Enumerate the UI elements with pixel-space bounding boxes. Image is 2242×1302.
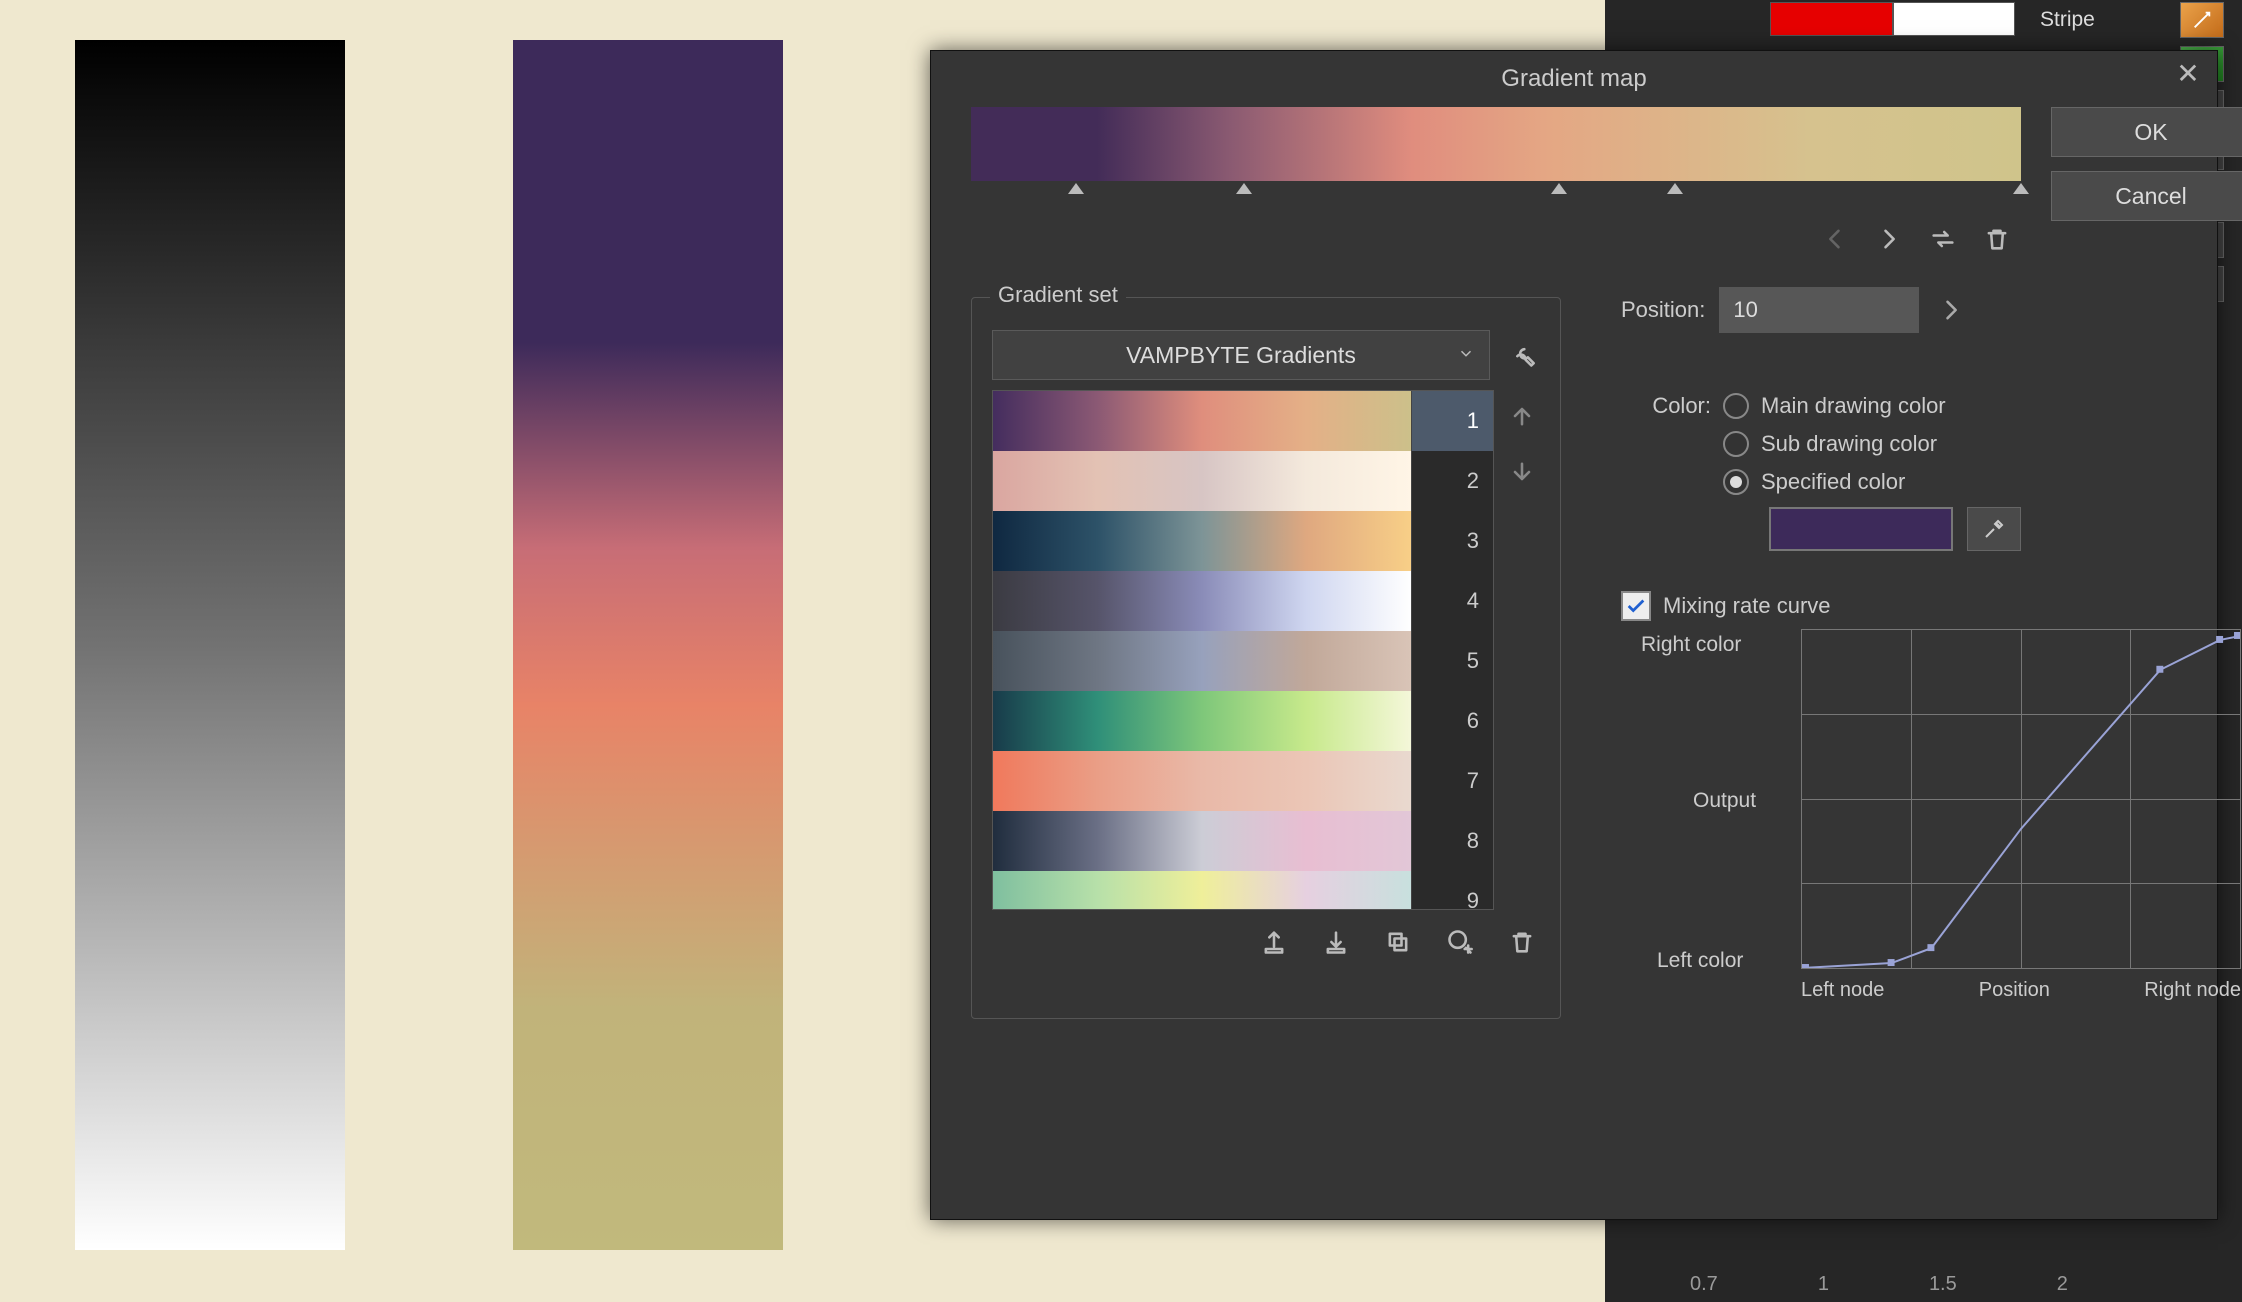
gradient-set-dropdown[interactable]: VAMPBYTE Gradients (992, 330, 1490, 380)
move-up-button[interactable] (1504, 398, 1540, 434)
gradient-index: 4 (1411, 571, 1493, 631)
gradient-swatch (993, 631, 1411, 691)
eyedropper-button[interactable] (1967, 507, 2021, 551)
duplicate-icon[interactable] (1380, 924, 1416, 960)
curve-y-top: Right color (1641, 633, 1741, 657)
gradient-list-item[interactable]: 9 (993, 871, 1493, 910)
curve-y-mid: Output (1693, 789, 1756, 813)
cancel-button[interactable]: Cancel (2051, 171, 2242, 221)
gradient-index: 8 (1411, 811, 1493, 871)
color-swatch-fg[interactable] (1770, 2, 1893, 36)
gradient-preview-bar[interactable] (971, 107, 2021, 181)
reverse-gradient-button[interactable] (1925, 221, 1961, 257)
gradient-swatch (993, 511, 1411, 571)
position-step-button[interactable] (1933, 292, 1969, 328)
tick-value: 2 (2057, 1273, 2068, 1296)
color-swatch-bg[interactable] (1893, 2, 2016, 36)
gradient-stop-caret[interactable] (1667, 183, 1683, 194)
tick-value: 0.7 (1690, 1273, 1718, 1296)
gradient-swatch (993, 871, 1411, 910)
gradient-list[interactable]: 123456789 (992, 390, 1494, 910)
mixing-curve-checkbox[interactable] (1621, 591, 1651, 621)
dropdown-value: VAMPBYTE Gradients (1126, 342, 1356, 369)
gradient-index: 9 (1411, 871, 1493, 910)
gradient-set-legend: Gradient set (990, 282, 1126, 308)
gradient-list-item[interactable]: 1 (993, 391, 1493, 451)
grayscale-strip (75, 40, 345, 1250)
gradient-list-item[interactable]: 3 (993, 511, 1493, 571)
cancel-label: Cancel (2115, 183, 2187, 210)
gradient-index: 7 (1411, 751, 1493, 811)
gradient-stop-caret[interactable] (1236, 183, 1252, 194)
gradient-map-dialog: Gradient map ✕ (930, 50, 2218, 1220)
color-label: Color: (1621, 393, 1711, 419)
radio-specified-label: Specified color (1761, 469, 1905, 495)
mixing-curve-editor[interactable] (1801, 629, 2241, 969)
gradient-swatch (993, 691, 1411, 751)
gradient-stop-caret[interactable] (2013, 183, 2029, 194)
gradient-index: 1 (1411, 391, 1493, 451)
export-icon[interactable] (1318, 924, 1354, 960)
position-label: Position: (1621, 297, 1705, 323)
wrench-icon[interactable] (1504, 337, 1540, 373)
curve-x-right: Right node (2144, 979, 2241, 1002)
mixing-curve-label: Mixing rate curve (1663, 593, 1831, 619)
chevron-down-icon (1457, 342, 1475, 369)
gradient-swatch (993, 571, 1411, 631)
gradient-swatch (993, 391, 1411, 451)
position-input[interactable] (1719, 287, 1919, 333)
ok-label: OK (2134, 119, 2167, 146)
delete-stop-button[interactable] (1979, 221, 2015, 257)
tick-value: 1.5 (1929, 1273, 1957, 1296)
gradient-index: 6 (1411, 691, 1493, 751)
gradient-list-item[interactable]: 5 (993, 631, 1493, 691)
gradient-stop-caret[interactable] (1068, 183, 1084, 194)
gradient-swatch (993, 451, 1411, 511)
new-gradient-icon[interactable] (1442, 924, 1478, 960)
gradient-swatch (993, 811, 1411, 871)
move-down-button[interactable] (1504, 454, 1540, 490)
tick-value: 1 (1818, 1273, 1829, 1296)
curve-x-left: Left node (1801, 979, 1884, 1002)
radio-sub-label: Sub drawing color (1761, 431, 1937, 457)
ok-button[interactable]: OK (2051, 107, 2242, 157)
gradient-stop-markers[interactable] (971, 183, 2021, 203)
gradient-set-panel: Gradient set VAMPBYTE Gradients 12345678… (971, 297, 1561, 1019)
gradient-index: 5 (1411, 631, 1493, 691)
gradient-list-item[interactable]: 4 (993, 571, 1493, 631)
radio-main-color[interactable] (1723, 393, 1749, 419)
gradient-index: 3 (1411, 511, 1493, 571)
radio-main-label: Main drawing color (1761, 393, 1946, 419)
zoom-ticks: 0.7 1 1.5 2 (1690, 1273, 2068, 1296)
stripe-label: Stripe (2040, 8, 2095, 32)
gradient-list-item[interactable]: 2 (993, 451, 1493, 511)
dialog-title-text: Gradient map (1501, 65, 1646, 92)
gradient-list-item[interactable]: 8 (993, 811, 1493, 871)
prev-stop-button[interactable] (1817, 221, 1853, 257)
gradient-index: 2 (1411, 451, 1493, 511)
delete-gradient-icon[interactable] (1504, 924, 1540, 960)
curve-y-bot: Left color (1657, 949, 1743, 973)
specified-color-swatch[interactable] (1769, 507, 1953, 551)
close-button[interactable]: ✕ (2173, 61, 2203, 91)
curve-x-mid: Position (1979, 979, 2050, 1002)
next-stop-button[interactable] (1871, 221, 1907, 257)
gradient-list-item[interactable]: 7 (993, 751, 1493, 811)
gradient-stop-caret[interactable] (1551, 183, 1567, 194)
foreground-background-swatch[interactable] (1770, 2, 2015, 36)
gradient-swatch (993, 751, 1411, 811)
gradient-list-item[interactable]: 6 (993, 691, 1493, 751)
import-icon[interactable] (1256, 924, 1292, 960)
color-strip (513, 40, 783, 1250)
dialog-title: Gradient map ✕ (931, 51, 2217, 107)
radio-sub-color[interactable] (1723, 431, 1749, 457)
radio-specified-color[interactable] (1723, 469, 1749, 495)
tool-icon-1[interactable] (2180, 2, 2224, 38)
